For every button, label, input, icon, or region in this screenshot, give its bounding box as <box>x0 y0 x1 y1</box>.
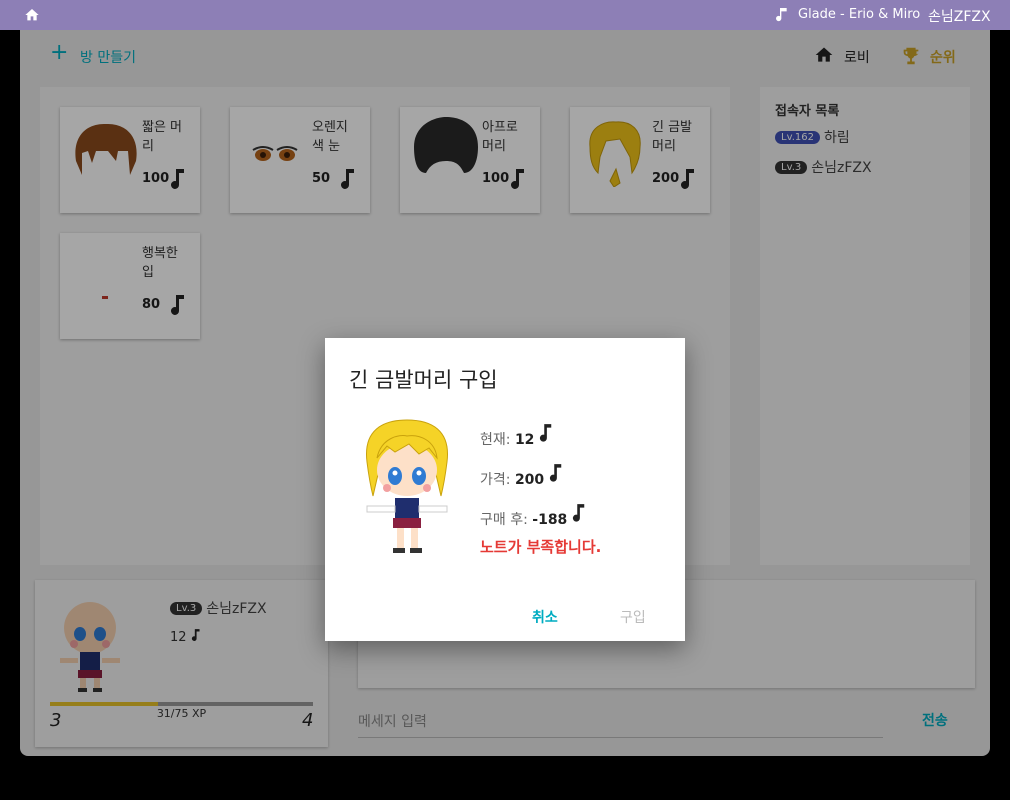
after-purchase-row: 구매 후: -188 <box>480 502 586 529</box>
purchase-dialog: 긴 금발머리 구입 현재: 12 가격: 200 구매 후: -188 노트가 … <box>325 338 685 641</box>
music-note-icon <box>539 424 552 442</box>
item-price: 200 <box>652 171 680 186</box>
send-button[interactable]: 전송 <box>922 710 948 730</box>
character-avatar <box>60 602 120 692</box>
orange-eyes-icon <box>252 146 298 161</box>
level-badge: Lv.162 <box>775 131 820 144</box>
notes-count: 12 <box>170 630 187 645</box>
user-name: 손님zFZX <box>811 160 872 176</box>
profile-notes: 12 <box>170 628 201 645</box>
insufficient-notes-warning: 노트가 부족합니다. <box>480 538 602 556</box>
afro-hair-icon <box>414 117 478 173</box>
price-value: 200 <box>514 472 545 488</box>
profile-name-row: Lv.3 손님zFZX <box>170 598 267 618</box>
user-name: 하림 <box>823 130 850 146</box>
dialog-title: 긴 금발머리 구입 <box>349 368 498 392</box>
profile-card: Lv.3 손님zFZX 12 31/75 XP 3 4 <box>35 580 328 747</box>
item-price: 100 <box>142 171 170 186</box>
after-label: 구매 후: <box>480 512 528 528</box>
lobby-label: 로비 <box>844 50 870 66</box>
topbar-username: 손님ZFZX <box>928 9 991 25</box>
item-name: 오렌지 색 눈 <box>312 120 348 154</box>
item-price: 50 <box>312 171 331 186</box>
level-badge: Lv.3 <box>775 161 808 174</box>
xp-progress-bar <box>50 702 313 706</box>
item-name: 행복한 입 <box>142 246 178 280</box>
next-level: 4 <box>302 710 314 731</box>
long-blonde-hair-icon <box>589 121 641 187</box>
after-value: -188 <box>532 512 568 528</box>
character-preview <box>366 419 448 553</box>
level-badge: Lv.3 <box>170 602 203 615</box>
shop-item-happy-mouth[interactable]: 행복한 입 80 <box>60 233 200 339</box>
music-note-icon <box>171 295 184 315</box>
connected-users-panel: 접속자 목록 Lv.162 하림 Lv.3 손님zFZX <box>760 87 970 565</box>
profile-name: 손님zFZX <box>206 601 267 617</box>
top-bar: Glade - Erio & Miro 손님ZFZX <box>0 0 1010 30</box>
xp-text: 31/75 XP <box>156 707 207 720</box>
current-level: 3 <box>50 710 62 731</box>
item-name: 아프로 머리 <box>482 120 518 154</box>
buy-button[interactable]: 구입 <box>620 607 646 627</box>
xp-progress-fill <box>50 702 158 706</box>
message-input[interactable] <box>358 706 883 738</box>
music-note-icon <box>191 629 200 641</box>
short-hair-icon <box>75 123 137 175</box>
now-playing-song: Glade - Erio & Miro <box>798 7 921 22</box>
item-price: 80 <box>142 297 161 312</box>
shop-item-orange-eyes[interactable]: 오렌지 색 눈 50 <box>230 107 370 213</box>
music-note-icon <box>681 169 694 189</box>
user-list-item[interactable]: Lv.3 손님zFZX <box>775 157 872 177</box>
happy-mouth-icon <box>102 296 108 299</box>
music-note-icon <box>511 169 524 189</box>
plus-icon: + <box>50 40 69 65</box>
current-label: 현재: <box>480 432 511 448</box>
current-value: 12 <box>514 432 535 448</box>
shop-item-long-blonde-hair[interactable]: 긴 금발 머리 200 <box>570 107 710 213</box>
music-note-icon <box>549 464 561 482</box>
shop-item-afro-hair[interactable]: 아프로 머리 100 <box>400 107 540 213</box>
item-name: 짧은 머리 <box>142 120 183 154</box>
trophy-icon <box>903 47 919 65</box>
item-name: 긴 금발 머리 <box>652 120 693 154</box>
music-note-icon <box>171 169 184 189</box>
shop-item-short-hair[interactable]: 짧은 머리 100 <box>60 107 200 213</box>
music-note-icon <box>572 504 585 522</box>
cancel-button[interactable]: 취소 <box>532 607 558 627</box>
make-room-label: 방 만들기 <box>80 50 136 66</box>
home-icon[interactable] <box>24 7 40 23</box>
home-icon <box>815 47 833 62</box>
price-row: 가격: 200 <box>480 462 563 489</box>
current-notes-row: 현재: 12 <box>480 422 553 449</box>
user-list-item[interactable]: Lv.162 하림 <box>775 127 850 147</box>
music-note-icon <box>776 8 787 22</box>
music-note-icon <box>341 169 354 189</box>
price-label: 가격: <box>480 472 511 488</box>
ranking-label: 순위 <box>930 50 956 66</box>
item-price: 100 <box>482 171 510 186</box>
connected-users-title: 접속자 목록 <box>775 104 840 119</box>
